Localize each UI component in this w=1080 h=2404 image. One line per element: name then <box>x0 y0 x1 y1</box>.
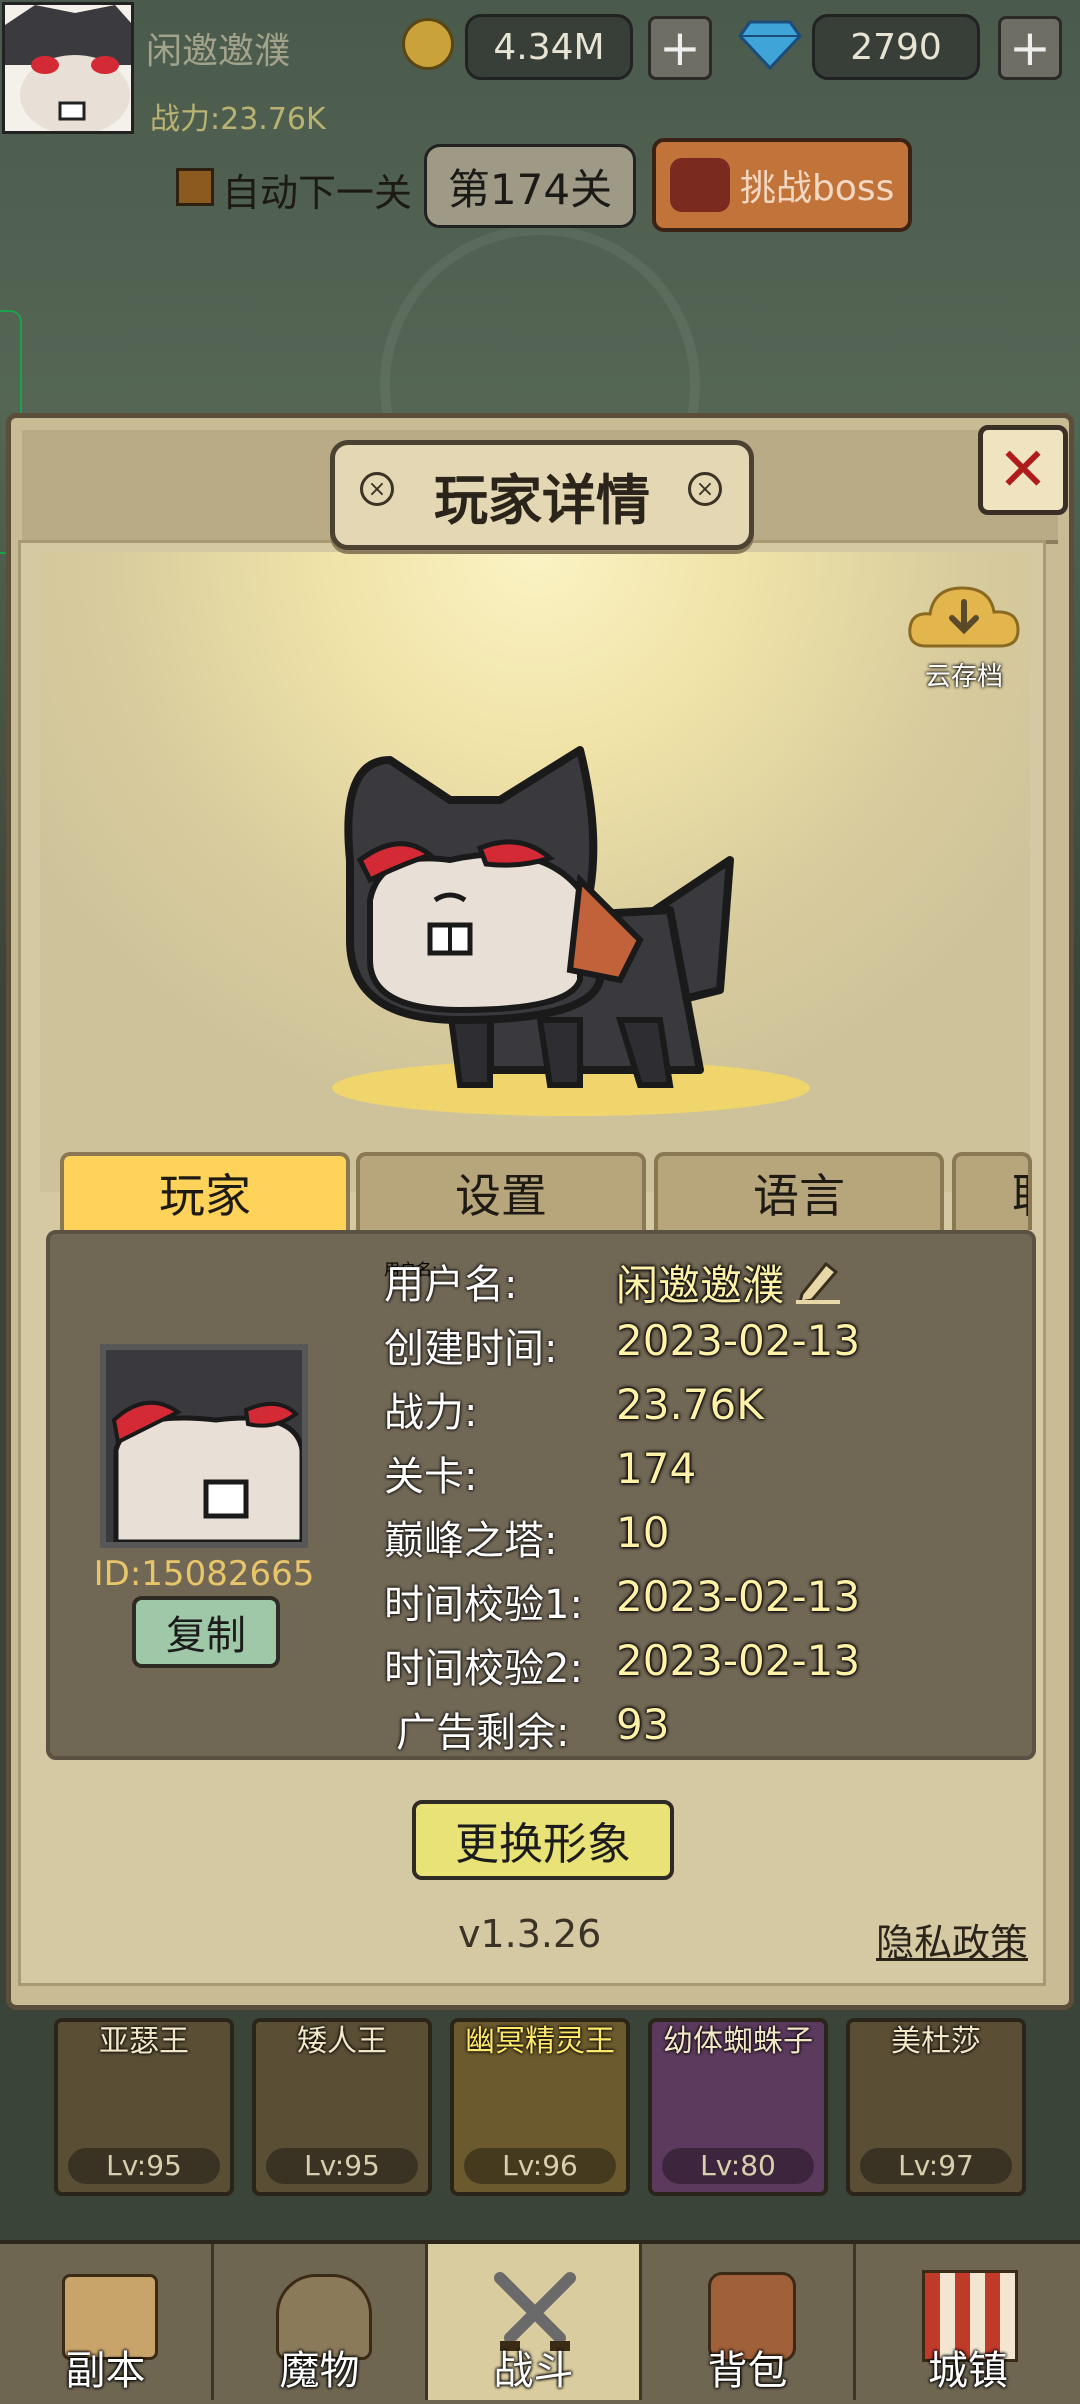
stage-value: 174 <box>616 1444 697 1493</box>
tab-player-label: 玩家 <box>159 1169 251 1223</box>
cloud-save-label: 云存档 <box>924 662 1003 692</box>
tab-settings[interactable]: 设置 <box>356 1152 646 1230</box>
nav-label: 背包 <box>707 2348 788 2394</box>
right-screw-icon: × <box>688 472 722 506</box>
gold-amount: 4.34M <box>465 14 633 80</box>
username-value: 闲邀邀濮 <box>616 1261 785 1310</box>
nav-backpack[interactable]: 背包 <box>642 2244 856 2400</box>
info-row: 时间校验2: <box>384 1636 583 1694</box>
tab-settings-label: 设置 <box>455 1169 547 1223</box>
gold-coin-icon <box>402 18 454 70</box>
tab-player[interactable]: 玩家 <box>60 1152 350 1230</box>
info-label: 时间校验1: <box>384 1582 583 1628</box>
info-label: 广告剩余: <box>396 1710 570 1756</box>
change-avatar-button[interactable]: 更换形象 <box>412 1800 674 1880</box>
player-info-avatar <box>100 1344 308 1548</box>
ads-remaining-value: 93 <box>616 1700 670 1749</box>
boss-skull-icon <box>670 158 730 212</box>
info-row: 战力: <box>384 1380 477 1438</box>
challenge-boss-label: 挑战boss <box>740 168 895 209</box>
info-row: 10 <box>616 1508 669 1557</box>
hero-card[interactable]: 美杜莎 Lv:97 <box>846 2018 1026 2196</box>
hero-name: 幼体蜘蛛子 <box>663 2024 813 2059</box>
player-id: ID:15082665 <box>93 1554 315 1594</box>
cloud-download-icon <box>908 586 1020 648</box>
close-button[interactable]: ✕ <box>978 425 1068 515</box>
nav-dungeon[interactable]: 副本 <box>0 2244 214 2400</box>
time-check1-value: 2023-02-13 <box>616 1572 861 1621</box>
tower-value: 10 <box>616 1508 670 1557</box>
info-row: 174 <box>616 1444 696 1493</box>
hero-name: 矮人王 <box>297 2024 387 2059</box>
info-row: 2023-02-13 <box>616 1636 860 1685</box>
version-label: v1.3.26 <box>458 1912 602 1956</box>
hero-card[interactable]: 幽冥精灵王 Lv:96 <box>450 2018 630 2196</box>
info-row: 巅峰之塔: <box>384 1508 557 1566</box>
hero-level: Lv:95 <box>68 2148 220 2184</box>
nav-label: 副本 <box>65 2348 146 2394</box>
created-value: 2023-02-13 <box>616 1316 861 1365</box>
info-row: 23.76K <box>616 1380 764 1429</box>
hero-name: 美杜莎 <box>891 2024 981 2059</box>
nav-battle[interactable]: 战斗 <box>428 2244 642 2400</box>
hero-card[interactable]: 亚瑟王 Lv:95 <box>54 2018 234 2196</box>
info-label: 用户名: <box>384 1262 518 1308</box>
close-icon: ✕ <box>997 435 1049 505</box>
challenge-boss-button[interactable]: 挑战boss <box>652 138 912 232</box>
info-row: 闲邀邀濮 <box>616 1252 842 1313</box>
stage-indicator: 第174关 <box>424 144 636 228</box>
tab-contact-label: 联 <box>1012 1160 1028 1226</box>
cloud-save-button[interactable]: 云存档 <box>906 580 1022 692</box>
player-avatar[interactable] <box>2 2 134 134</box>
copy-id-button[interactable]: 复制 <box>132 1596 280 1668</box>
character-portrait <box>340 740 740 1104</box>
hero-level: Lv:96 <box>464 2148 616 2184</box>
nav-label: 战斗 <box>493 2348 574 2394</box>
auto-next-label[interactable]: 自动下一关 <box>222 162 412 217</box>
hero-card[interactable]: 矮人王 Lv:95 <box>252 2018 432 2196</box>
info-row: 关卡: <box>384 1444 477 1502</box>
time-check2-value: 2023-02-13 <box>616 1636 861 1685</box>
info-row: 2023-02-13 <box>616 1572 860 1621</box>
nav-town[interactable]: 城镇 <box>856 2244 1080 2400</box>
info-row: 用户名: <box>384 1252 517 1310</box>
power-value: 23.76K <box>616 1380 764 1429</box>
privacy-policy-link[interactable]: 隐私政策 <box>876 1912 1028 1967</box>
add-gem-button[interactable]: + <box>998 16 1062 80</box>
info-row: 时间校验1: <box>384 1572 583 1630</box>
info-label: 巅峰之塔: <box>384 1518 558 1564</box>
hero-level: Lv:97 <box>860 2148 1012 2184</box>
hero-level: Lv:95 <box>266 2148 418 2184</box>
info-row: 93 <box>616 1700 669 1749</box>
tab-language-label: 语言 <box>753 1169 845 1223</box>
info-label: 关卡: <box>384 1454 478 1500</box>
info-label: 时间校验2: <box>384 1646 583 1692</box>
cat-face-icon <box>5 5 131 131</box>
info-label: 创建时间: <box>384 1326 558 1372</box>
gem-amount: 2790 <box>812 14 980 80</box>
add-gold-button[interactable]: + <box>648 16 712 80</box>
hero-card[interactable]: 幼体蜘蛛子 Lv:80 <box>648 2018 828 2196</box>
info-row: 2023-02-13 <box>616 1316 860 1365</box>
tab-language[interactable]: 语言 <box>654 1152 944 1230</box>
modal-title: 玩家详情 <box>434 468 650 532</box>
hero-level: Lv:80 <box>662 2148 814 2184</box>
info-row: 创建时间: <box>384 1316 557 1374</box>
player-name: 闲邀邀濮 <box>146 31 291 72</box>
info-row: 广告剩余: <box>396 1700 569 1758</box>
nav-monsters[interactable]: 魔物 <box>214 2244 428 2400</box>
hero-name: 幽冥精灵王 <box>465 2024 615 2059</box>
info-label: 战力: <box>384 1390 478 1436</box>
tab-contact[interactable]: 联 <box>952 1152 1032 1230</box>
left-screw-icon: × <box>360 472 394 506</box>
hero-name: 亚瑟王 <box>99 2024 189 2059</box>
power-label: 战力:23.76K <box>150 102 326 137</box>
auto-next-checkbox[interactable] <box>176 168 214 206</box>
diamond-icon <box>738 18 802 71</box>
nav-label: 城镇 <box>928 2348 1008 2394</box>
cat-face-icon <box>106 1350 302 1542</box>
edit-pencil-icon[interactable] <box>794 1258 842 1308</box>
nav-label: 魔物 <box>279 2348 360 2394</box>
